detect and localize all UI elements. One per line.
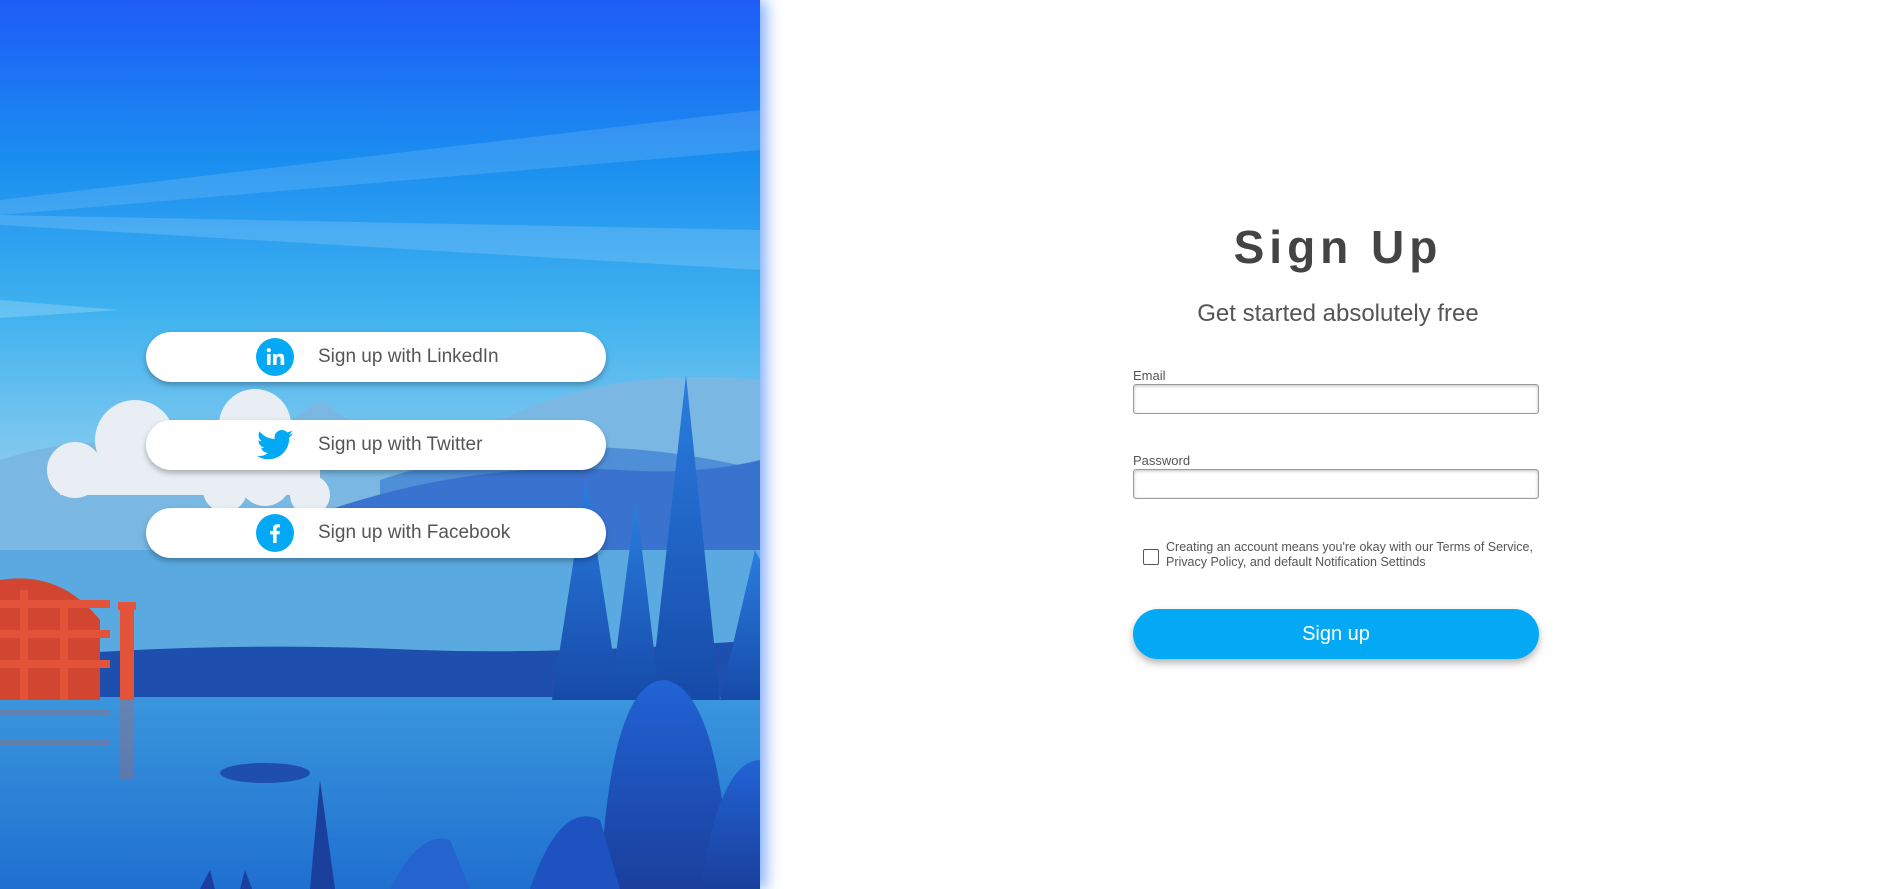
- illustration-panel: Sign up with LinkedIn Sign up with Twitt…: [0, 0, 760, 889]
- twitter-icon: [256, 426, 294, 464]
- signup-page: Sign up with LinkedIn Sign up with Twitt…: [0, 0, 1904, 889]
- terms-text: Creating an account means you're okay wi…: [1166, 540, 1533, 569]
- terms-agreement: Creating an account means you're okay wi…: [1143, 540, 1543, 570]
- password-label: Password: [1133, 453, 1191, 468]
- linkedin-signup-label: Sign up with LinkedIn: [318, 346, 499, 367]
- terms-checkbox[interactable]: [1143, 549, 1159, 565]
- twitter-signup-label: Sign up with Twitter: [318, 434, 483, 455]
- password-field[interactable]: [1133, 469, 1539, 499]
- social-signup-list: Sign up with LinkedIn Sign up with Twitt…: [146, 332, 606, 596]
- email-field[interactable]: [1133, 384, 1539, 414]
- page-title: Sign Up: [1233, 221, 1443, 273]
- linkedin-signup-button[interactable]: Sign up with LinkedIn: [146, 332, 606, 382]
- page-subtitle: Get started absolutely free: [1197, 300, 1479, 327]
- email-label: Email: [1133, 368, 1166, 383]
- signup-form-panel: Sign Up Get started absolutely free Emai…: [760, 0, 1904, 889]
- facebook-signup-button[interactable]: Sign up with Facebook: [146, 508, 606, 558]
- twitter-signup-button[interactable]: Sign up with Twitter: [146, 420, 606, 470]
- facebook-icon: [256, 514, 294, 552]
- linkedin-icon: [256, 338, 294, 376]
- signup-button[interactable]: Sign up: [1133, 609, 1539, 659]
- facebook-signup-label: Sign up with Facebook: [318, 522, 511, 543]
